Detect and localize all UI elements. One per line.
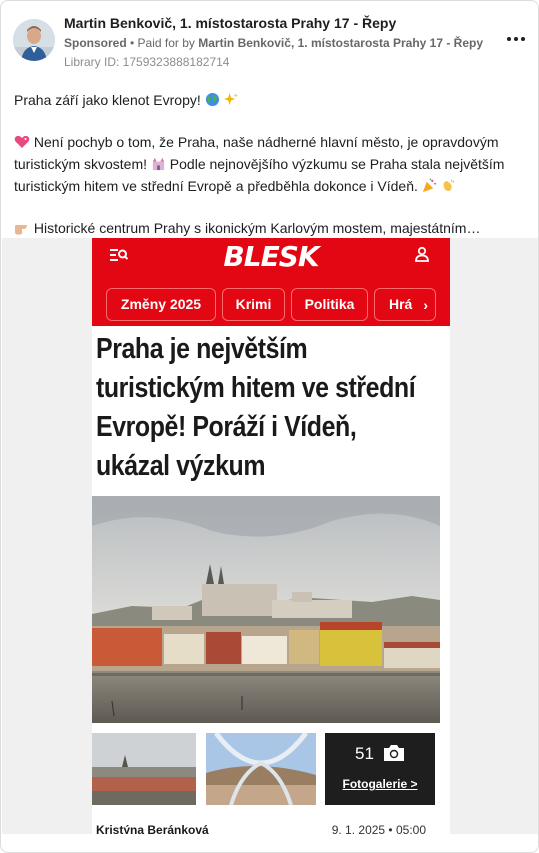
post-paragraph-1-text: Praha září jako klenot Evropy! [14,92,205,108]
post-text: Praha září jako klenot Evropy! Není poch… [14,90,524,260]
blesk-logo[interactable]: BLESK [92,240,450,273]
avatar[interactable] [13,19,55,61]
party-popper-icon [422,178,437,198]
clapping-hands-icon [441,178,456,198]
sparkles-icon [223,92,239,112]
more-dot [514,37,518,41]
more-dot [521,37,525,41]
user-icon [415,246,429,262]
globe-icon [205,92,220,112]
gallery-link[interactable]: Fotogalerie > [325,777,435,791]
advertiser-name[interactable]: Martin Benkovič, 1. místostarosta Prahy … [64,15,396,31]
ad-media-article-screenshot[interactable]: BLESK Změny 2025 Krimi Politika Hrá › Pr… [92,238,450,834]
castle-icon [151,156,166,176]
article-date: 9. 1. 2025 • 05:00 [331,823,426,834]
nav-tab-zmeny[interactable]: Změny 2025 [106,288,216,321]
sponsored-label: Sponsored [64,36,127,50]
nav-tab-krimi[interactable]: Krimi [222,288,285,321]
gallery-button[interactable]: 51 Fotogalerie > [325,733,435,805]
gallery-count: 51 [355,744,374,763]
nav-tab-politika[interactable]: Politika [291,288,368,321]
post-paragraph-2: Není pochyb o tom, že Praha, naše nádher… [14,132,524,198]
article-headline: Praha je největším turistickým hitem ve … [96,333,416,482]
post-paragraph-3-text: Historické centrum Prahy s ikonickým Kar… [30,220,481,236]
article-author[interactable]: Kristýna Beránková [96,823,209,834]
pointing-hand-icon [14,220,30,240]
sponsored-line: Sponsored • Paid for by Martin Benkovič,… [64,36,483,50]
paid-for-name[interactable]: Martin Benkovič, 1. místostarosta Prahy … [198,36,483,50]
paid-for-prefix: • Paid for by [126,36,199,50]
article-main-photo [92,496,440,723]
library-id: Library ID: 1759323888182714 [64,55,230,69]
post-paragraph-1: Praha září jako klenot Evropy! [14,90,524,112]
heart-icon [14,134,30,154]
post-paragraph-3: Historické centrum Prahy s ikonickým Kar… [14,218,524,240]
gallery-thumb-1[interactable] [92,733,196,805]
more-horizontal-icon [507,37,511,41]
blesk-header-bar: BLESK Změny 2025 Krimi Politika Hrá › [92,238,450,326]
camera-icon [384,745,404,761]
ad-header: Martin Benkovič, 1. místostarosta Prahy … [13,13,528,73]
ad-card: Martin Benkovič, 1. místostarosta Prahy … [0,0,539,853]
more-options-button[interactable] [504,31,528,47]
gallery-thumb-2[interactable] [206,733,316,805]
nav-next-arrow[interactable]: › [423,297,428,313]
